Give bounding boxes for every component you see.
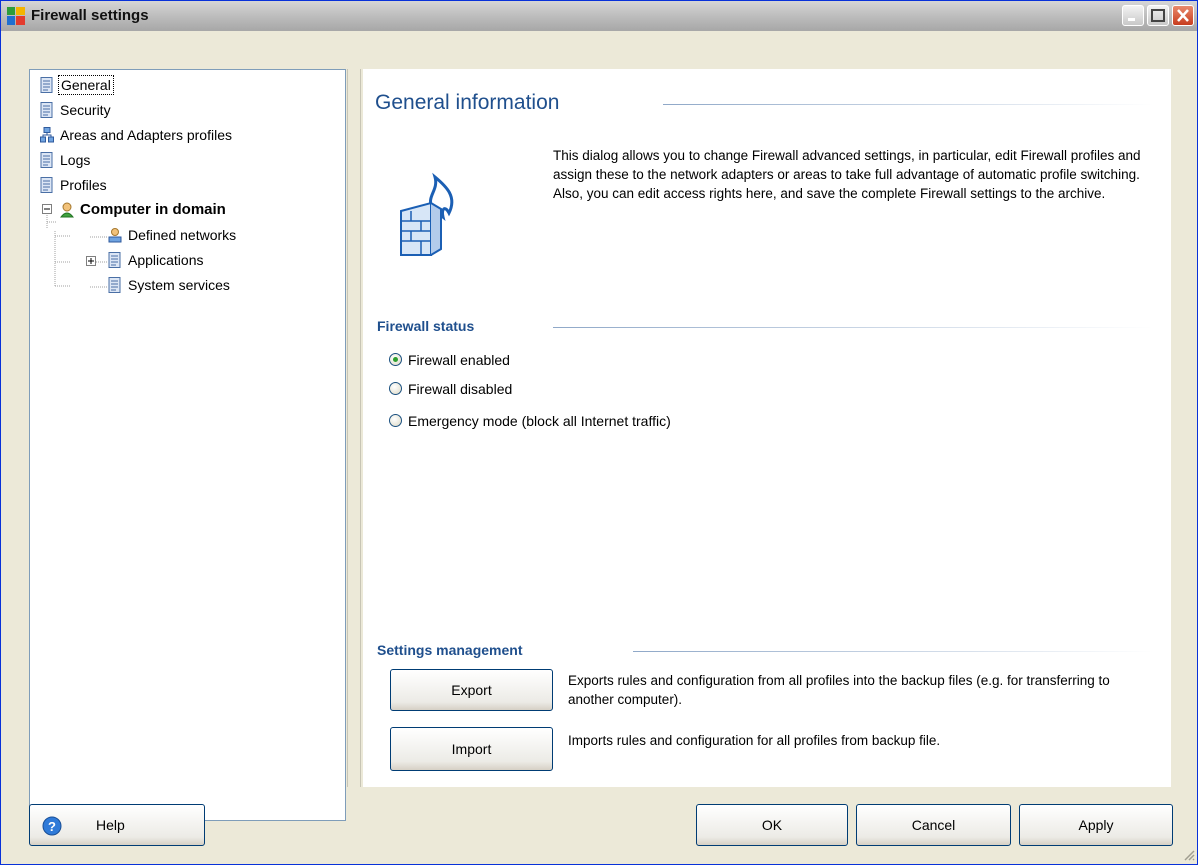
settings-management-divider xyxy=(633,651,1153,652)
tree-item-label: System services xyxy=(128,277,230,293)
maximize-button[interactable] xyxy=(1147,5,1169,26)
document-icon xyxy=(40,152,53,168)
radio-label: Firewall enabled xyxy=(408,352,510,368)
settings-management-title: Settings management xyxy=(377,642,523,658)
page-title: General information xyxy=(375,91,560,114)
document-icon xyxy=(40,177,53,193)
ok-button[interactable]: OK xyxy=(696,804,848,846)
radio-button[interactable] xyxy=(389,353,402,366)
export-description: Exports rules and configuration from all… xyxy=(568,673,1110,707)
import-button[interactable]: Import xyxy=(390,727,553,771)
close-button[interactable] xyxy=(1172,5,1194,26)
radio-button[interactable] xyxy=(389,414,402,427)
apply-button-label: Apply xyxy=(1078,817,1114,833)
title-bar[interactable]: Firewall settings xyxy=(1,1,1197,31)
tree-item-label: Security xyxy=(60,102,111,118)
document-icon xyxy=(108,277,121,293)
maximize-icon xyxy=(1151,9,1165,22)
radio-button[interactable] xyxy=(389,382,402,395)
network-user-icon xyxy=(108,228,122,243)
svg-text:?: ? xyxy=(48,819,56,834)
radio-label: Emergency mode (block all Internet traff… xyxy=(408,413,671,429)
tree-item-label: Applications xyxy=(128,252,204,268)
firewall-settings-window: Firewall settings General Security Areas… xyxy=(0,0,1198,865)
tree-item-label: Defined networks xyxy=(128,227,237,243)
close-icon xyxy=(1177,9,1189,22)
tree-item-label: Computer in domain xyxy=(80,201,226,218)
cancel-button-label: Cancel xyxy=(911,817,956,833)
settings-tree[interactable]: General Security Areas and Adapters prof… xyxy=(29,69,346,821)
expand-toggle-icon[interactable] xyxy=(86,256,96,266)
firewall-status-divider xyxy=(553,327,1153,328)
collapse-toggle-icon[interactable] xyxy=(42,204,52,214)
heading-divider xyxy=(663,104,1153,105)
avg-app-icon xyxy=(7,7,25,25)
tree-item-label: Areas and Adapters profiles xyxy=(60,127,232,143)
document-icon xyxy=(40,77,53,93)
tree-item-label: Profiles xyxy=(60,177,107,193)
document-icon xyxy=(108,252,121,268)
user-icon xyxy=(60,202,74,218)
radio-label: Firewall disabled xyxy=(408,381,513,397)
import-description: Imports rules and configuration for all … xyxy=(568,733,941,748)
help-button-label: Help xyxy=(96,817,125,833)
minimize-button[interactable] xyxy=(1122,5,1144,26)
apply-button[interactable]: Apply xyxy=(1019,804,1173,846)
document-icon xyxy=(40,102,53,118)
content-panel: General information This dialog allows y… xyxy=(363,69,1171,787)
export-button[interactable]: Export xyxy=(390,669,553,711)
export-button-label: Export xyxy=(451,682,492,698)
firewall-status-title: Firewall status xyxy=(377,318,475,334)
intro-text: This dialog allows you to change Firewal… xyxy=(553,148,1141,201)
minimize-icon xyxy=(1128,18,1135,21)
ok-button-label: OK xyxy=(761,817,783,833)
tree-item-label: General xyxy=(58,75,114,95)
firewall-icon xyxy=(400,172,454,256)
panel-splitter[interactable] xyxy=(347,69,361,787)
import-button-label: Import xyxy=(451,741,492,757)
network-icon xyxy=(40,127,54,143)
help-icon: ? xyxy=(42,816,62,836)
resize-grip-icon[interactable] xyxy=(1181,847,1195,861)
tree-item-label: Logs xyxy=(60,152,91,168)
help-button[interactable]: ? Help xyxy=(29,804,205,846)
window-title: Firewall settings xyxy=(31,7,149,24)
cancel-button[interactable]: Cancel xyxy=(856,804,1011,846)
